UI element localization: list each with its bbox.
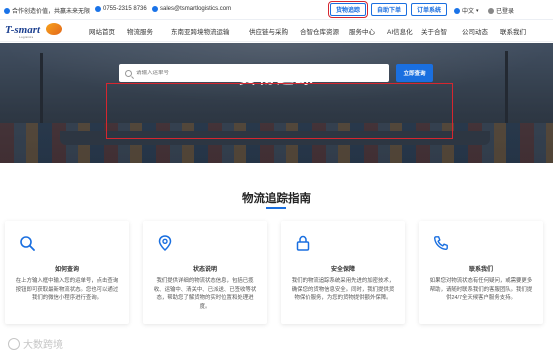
slogan: 合作创造价值，共赢未来无限 (4, 6, 90, 15)
language-select[interactable]: 中文 ▾ (454, 6, 479, 15)
card-title: 安全保障 (330, 267, 355, 273)
search-highlight-frame (106, 83, 453, 139)
nav-item-warehouse[interactable]: 合智仓库资源 (300, 26, 339, 36)
nav-item-sea-logistics[interactable]: 东南亚跨境物流运输 (171, 26, 230, 36)
main-nav: T-smart Logistics 网站首页 物流服务 东南亚跨境物流运输 供应… (0, 20, 553, 42)
nav-item-service-center[interactable]: 服务中心 (349, 26, 375, 36)
user-icon (488, 7, 494, 14)
hero-banner: 货物追踪 (0, 43, 553, 163)
email-text: sales@tsmartlogistics.com (160, 6, 232, 12)
nav-item-home[interactable]: 网站首页 (89, 26, 115, 36)
guide-card-contact: 联系我们 如果您对物流状态有任何疑问，或需要更多帮助，请随时联系我们的客服团队。… (419, 221, 543, 324)
phone-icon (433, 236, 448, 251)
search-icon (125, 69, 132, 77)
phone-text: 0755-2315 8736 (103, 6, 147, 12)
order-system-button[interactable]: 订单系统 (411, 3, 448, 16)
email[interactable]: sales@tsmartlogistics.com (152, 6, 231, 12)
chevron-down-icon: ▾ (476, 7, 479, 14)
watermark-text: 大数跨境 (23, 340, 63, 351)
login-status[interactable]: 已登录 (488, 6, 514, 15)
phone[interactable]: 0755-2315 8736 (95, 6, 147, 12)
nav-item-news[interactable]: 公司动态 (462, 26, 488, 36)
logo[interactable]: T-smart Logistics (5, 22, 63, 40)
query-button[interactable]: 立即查询 (396, 64, 433, 82)
guide-card-security: 安全保障 我们的物流追踪系统采用先进的加密技术，确保您的货物信息安全。同时，我们… (281, 221, 405, 324)
watermark: 大数跨境 (8, 336, 63, 351)
nav-item-about[interactable]: 关于合智 (421, 26, 447, 36)
logo-subtitle: Logistics (19, 35, 34, 39)
watermark-logo-icon (8, 337, 20, 350)
nav-item-ai[interactable]: AI信息化 (387, 26, 413, 36)
handshake-icon (4, 7, 10, 14)
cargo-tracking-button[interactable]: 货物追踪 (327, 1, 369, 18)
tracking-search-box[interactable] (119, 64, 389, 82)
location-pin-icon (158, 235, 172, 251)
search-icon (20, 236, 35, 251)
card-description: 在上方输入框中输入您的运单号，点击查询按钮即可获取最新物流状态。您也可以通过我们… (15, 278, 119, 301)
card-description: 我们的物流追踪系统采用先进的加密技术，确保您的货物信息安全。同时，我们提供货物保… (291, 278, 395, 301)
nav-item-supply-chain[interactable]: 供应链与采购 (249, 26, 288, 36)
self-order-button[interactable]: 自助下单 (371, 3, 408, 16)
slogan-text: 合作创造价值，共赢未来无限 (12, 9, 91, 15)
lock-icon (296, 235, 310, 251)
logo-mark-icon (46, 23, 62, 35)
card-description: 如果您对物流状态有任何疑问，或需要更多帮助，请随时联系我们的客服团队。我们提供2… (429, 278, 533, 301)
language-label: 中文 (462, 9, 475, 15)
nav-item-contact[interactable]: 联系我们 (500, 26, 526, 36)
card-title: 状态说明 (192, 267, 217, 273)
card-description: 我们提供详细的物流状态信息，包括已揽收、运输中、清关中、已派送、已签收等状态，帮… (153, 278, 257, 310)
nav-item-logistics-service[interactable]: 物流服务 (127, 26, 153, 36)
login-label: 已登录 (496, 9, 515, 15)
guide-title-underline (266, 207, 286, 209)
card-title: 如何查询 (54, 267, 79, 273)
top-bar: 合作创造价值，共赢未来无限 0755-2315 8736 sales@tsmar… (0, 0, 553, 20)
email-icon (152, 6, 158, 12)
globe-icon (454, 7, 460, 14)
guide-title: 物流追踪指南 (242, 193, 311, 205)
card-title: 联系我们 (468, 267, 493, 273)
guide-cards: 如何查询 在上方输入框中输入您的运单号，点击查询按钮即可获取最新物流状态。您也可… (0, 221, 553, 324)
guide-card-how-to-query: 如何查询 在上方输入框中输入您的运单号，点击查询按钮即可获取最新物流状态。您也可… (5, 221, 129, 324)
guide-card-status: 状态说明 我们提供详细的物流状态信息，包括已揽收、运输中、清关中、已派送、已签收… (143, 221, 267, 324)
phone-icon (95, 6, 101, 12)
tracking-number-input[interactable] (136, 70, 376, 76)
